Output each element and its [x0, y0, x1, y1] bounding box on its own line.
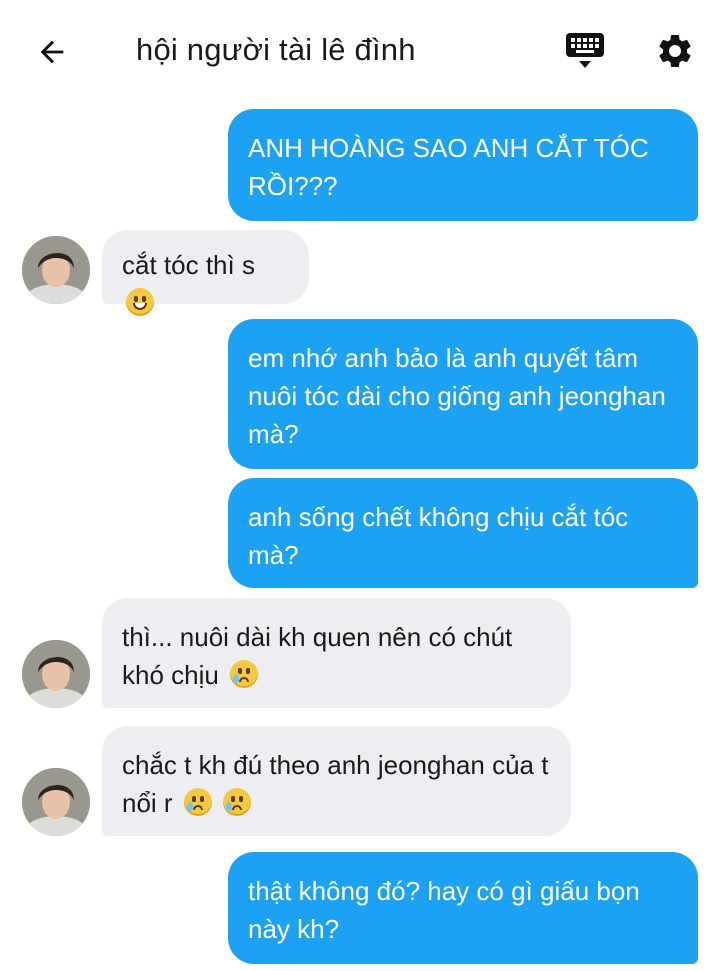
- back-button[interactable]: [30, 30, 74, 74]
- chat-header: hội người tài lê đình: [0, 0, 720, 104]
- message-received[interactable]: thì... nuôi dài kh quen nên có chút khó …: [102, 598, 571, 708]
- avatar[interactable]: [22, 768, 90, 836]
- message-text: em nhớ anh bảo là anh quyết tâm nuôi tóc…: [248, 343, 666, 449]
- avatar[interactable]: [22, 640, 90, 708]
- message-text: ANH HOÀNG SAO ANH CẮT TÓC RỒI???: [248, 133, 649, 201]
- message-sent[interactable]: thật không đó? hay có gì giấu bọn này kh…: [228, 852, 698, 964]
- crying-face-icon: [230, 660, 259, 688]
- chat-title: hội người tài lê đình: [136, 32, 416, 67]
- message-text: cắt tóc thì s: [122, 250, 255, 280]
- gear-icon: [659, 34, 691, 67]
- message-text: anh sống chết không chịu cắt tóc mà?: [248, 502, 629, 570]
- message-sent[interactable]: anh sống chết không chịu cắt tóc mà?: [228, 478, 698, 588]
- settings-button[interactable]: [652, 28, 698, 74]
- message-sent[interactable]: ANH HOÀNG SAO ANH CẮT TÓC RỒI???: [228, 109, 698, 221]
- crying-face-icon: [223, 788, 252, 816]
- arrow-left-icon: [40, 40, 64, 64]
- message-received[interactable]: chắc t kh đú theo anh jeonghan của t nổi…: [102, 726, 571, 836]
- crying-face-icon: [183, 788, 212, 816]
- avatar[interactable]: [22, 236, 90, 304]
- message-sent[interactable]: em nhớ anh bảo là anh quyết tâm nuôi tóc…: [228, 319, 698, 469]
- grinning-face-icon: [126, 288, 154, 316]
- message-received[interactable]: cắt tóc thì s: [102, 230, 309, 316]
- message-text: thật không đó? hay có gì giấu bọn này kh…: [248, 876, 640, 944]
- keyboard-button[interactable]: [562, 28, 608, 74]
- keyboard-icon: [566, 33, 604, 68]
- message-text: thì... nuôi dài kh quen nên có chút khó …: [122, 622, 513, 690]
